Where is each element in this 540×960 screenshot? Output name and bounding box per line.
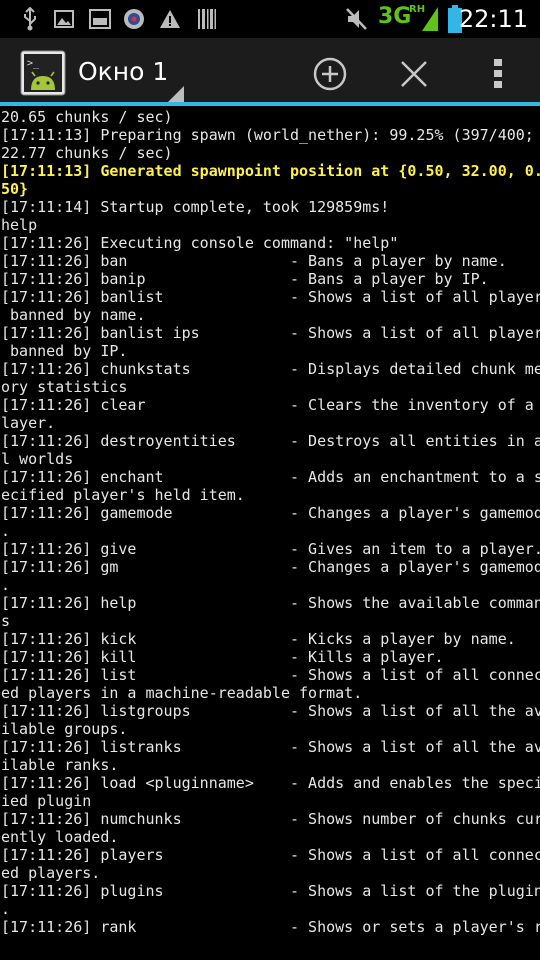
console-line: [17:11:26] gm - Changes a player's gamem… (1, 558, 540, 576)
console-line: banned by IP. (1, 342, 128, 360)
window-selector[interactable]: Окно 1 (78, 48, 186, 102)
console-line: [17:11:26] kill - Kills a player. (1, 648, 444, 666)
console-line: 20.65 chunks / sec) (1, 108, 173, 126)
console-line: [17:11:26] list - Shows a list of all co… (1, 666, 540, 684)
usb-icon (16, 0, 44, 38)
console-line: ied plugin (1, 792, 92, 810)
console-line: [17:11:26] Executing console command: "h… (1, 234, 399, 252)
terminal-output[interactable]: 20.65 chunks / sec) [17:11:13] Preparing … (0, 108, 540, 960)
close-window-icon (401, 61, 427, 87)
signal-icon (420, 0, 440, 38)
console-line: . (1, 522, 11, 540)
image-icon (52, 0, 76, 38)
console-line: [17:11:26] enchant - Adds an enchantment… (1, 468, 540, 486)
console-line: s (1, 612, 11, 630)
overflow-menu-icon (494, 59, 502, 88)
add-window-icon (313, 57, 347, 91)
window-title: Окно 1 (78, 57, 169, 86)
console-line: [17:11:26] listranks - Shows a list of a… (1, 738, 540, 756)
clock: 22:11 (458, 5, 528, 33)
console-line: [17:11:26] banlist ips - Shows a list of… (1, 324, 540, 342)
overflow-menu-button[interactable] (470, 46, 526, 102)
console-line: [17:11:26] destroyentities - Destroys al… (1, 432, 540, 450)
console-line: [17:11:26] ban - Bans a player by name. (1, 252, 507, 270)
console-line: [17:11:26] listgroups - Shows a list of … (1, 702, 540, 720)
add-window-button[interactable] (302, 46, 358, 102)
console-line: [17:11:26] gamemode - Changes a player's… (1, 504, 540, 522)
network-type: 3G (378, 4, 412, 29)
console-line: ory statistics (1, 378, 128, 396)
barcode-icon (196, 0, 218, 38)
console-line: ently loaded. (1, 828, 119, 846)
console-line: ilable ranks. (1, 756, 119, 774)
console-line: [17:11:26] give - Gives an item to a pla… (1, 540, 540, 558)
console-line: [17:11:26] banip - Bans a player by IP. (1, 270, 489, 288)
svg-text:>_: >_ (27, 58, 40, 69)
console-line: [17:11:13] Preparing spawn (world_nether… (1, 126, 534, 144)
console-line: banned by name. (1, 306, 146, 324)
console-line: ed players. (1, 864, 101, 882)
status-bar: 3G RH 22:11 (0, 0, 540, 38)
warning-icon (158, 0, 182, 38)
terminal-app-icon[interactable]: >_ (20, 50, 66, 96)
console-line: [17:11:26] kick - Kicks a player by name… (1, 630, 516, 648)
console-line: 22.77 chunks / sec) (1, 144, 173, 162)
console-line: [17:11:26] numchunks - Shows number of c… (1, 810, 540, 828)
mute-icon (342, 0, 372, 38)
console-line: help (1, 216, 38, 234)
console-line-highlighted: 50} (1, 180, 29, 198)
console-line: [17:11:14] Startup complete, took 129859… (1, 198, 390, 216)
console-line-highlighted: [17:11:13] Generated spawnpoint position… (1, 162, 540, 180)
console-line: [17:11:26] rank - Shows or sets a player… (1, 918, 540, 936)
console-line: ed players in a machine-readable format. (1, 684, 363, 702)
console-line: [17:11:26] chunkstats - Displays detaile… (1, 360, 540, 378)
console-line: [17:11:26] players - Shows a list of all… (1, 846, 540, 864)
close-window-button[interactable] (386, 46, 442, 102)
action-bar: >_ Окно 1 (0, 38, 540, 106)
console-line: [17:11:26] banlist - Shows a list of all… (1, 288, 540, 306)
console-line: ilable groups. (1, 720, 128, 738)
dropdown-indicator-icon (168, 86, 184, 102)
console-line: . (1, 900, 11, 918)
console-line: [17:11:26] plugins - Shows a list of the… (1, 882, 540, 900)
console-line: [17:11:26] help - Shows the available co… (1, 594, 540, 612)
console-line: ecified player's held item. (1, 486, 245, 504)
console-line: layer. (1, 414, 56, 432)
console-line: . (1, 576, 11, 594)
app-badge-icon (122, 0, 146, 38)
screenshot-icon (88, 0, 112, 38)
console-line: [17:11:26] load <pluginname> - Adds and … (1, 774, 540, 792)
console-line: l worlds (1, 450, 74, 468)
action-bar-divider (0, 102, 540, 106)
console-line: [17:11:26] clear - Clears the inventory … (1, 396, 540, 414)
